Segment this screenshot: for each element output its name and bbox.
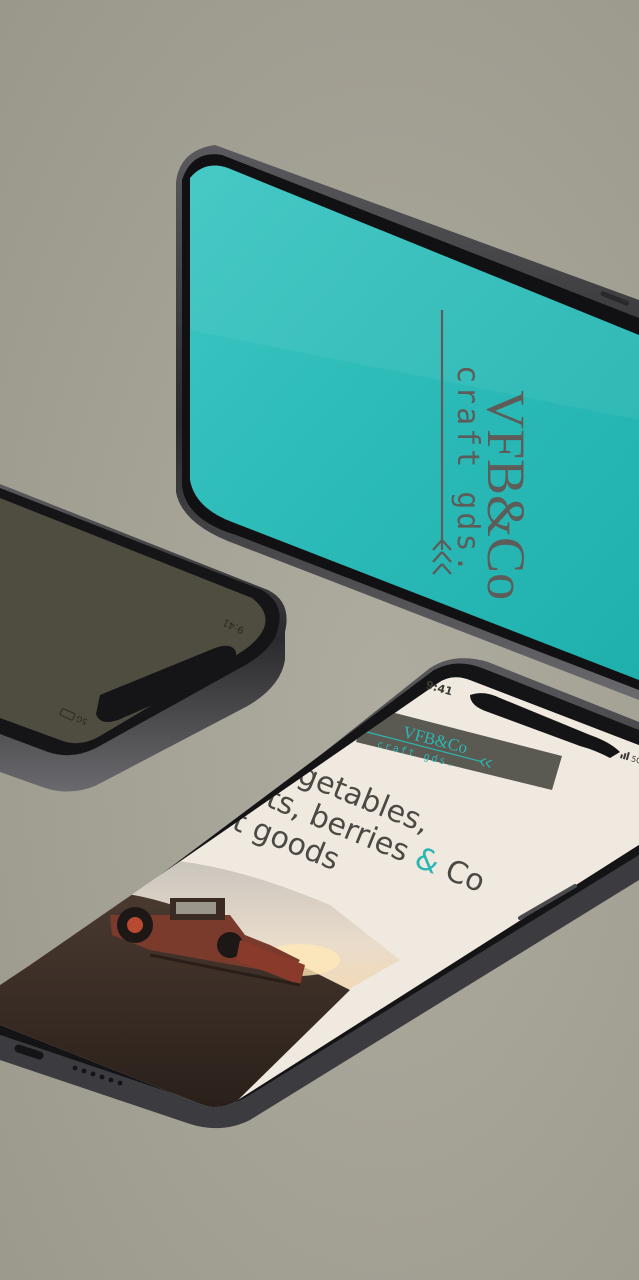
mockup-canvas: VFB&Co craft gds. 9:41 5G VFB&Co craft g…: [0, 145, 639, 1129]
teal-logo-sub: craft gds.: [450, 365, 485, 576]
mockup-scene: VFB&Co craft gds. 9:41 5G VFB&Co craft g…: [0, 0, 639, 1280]
